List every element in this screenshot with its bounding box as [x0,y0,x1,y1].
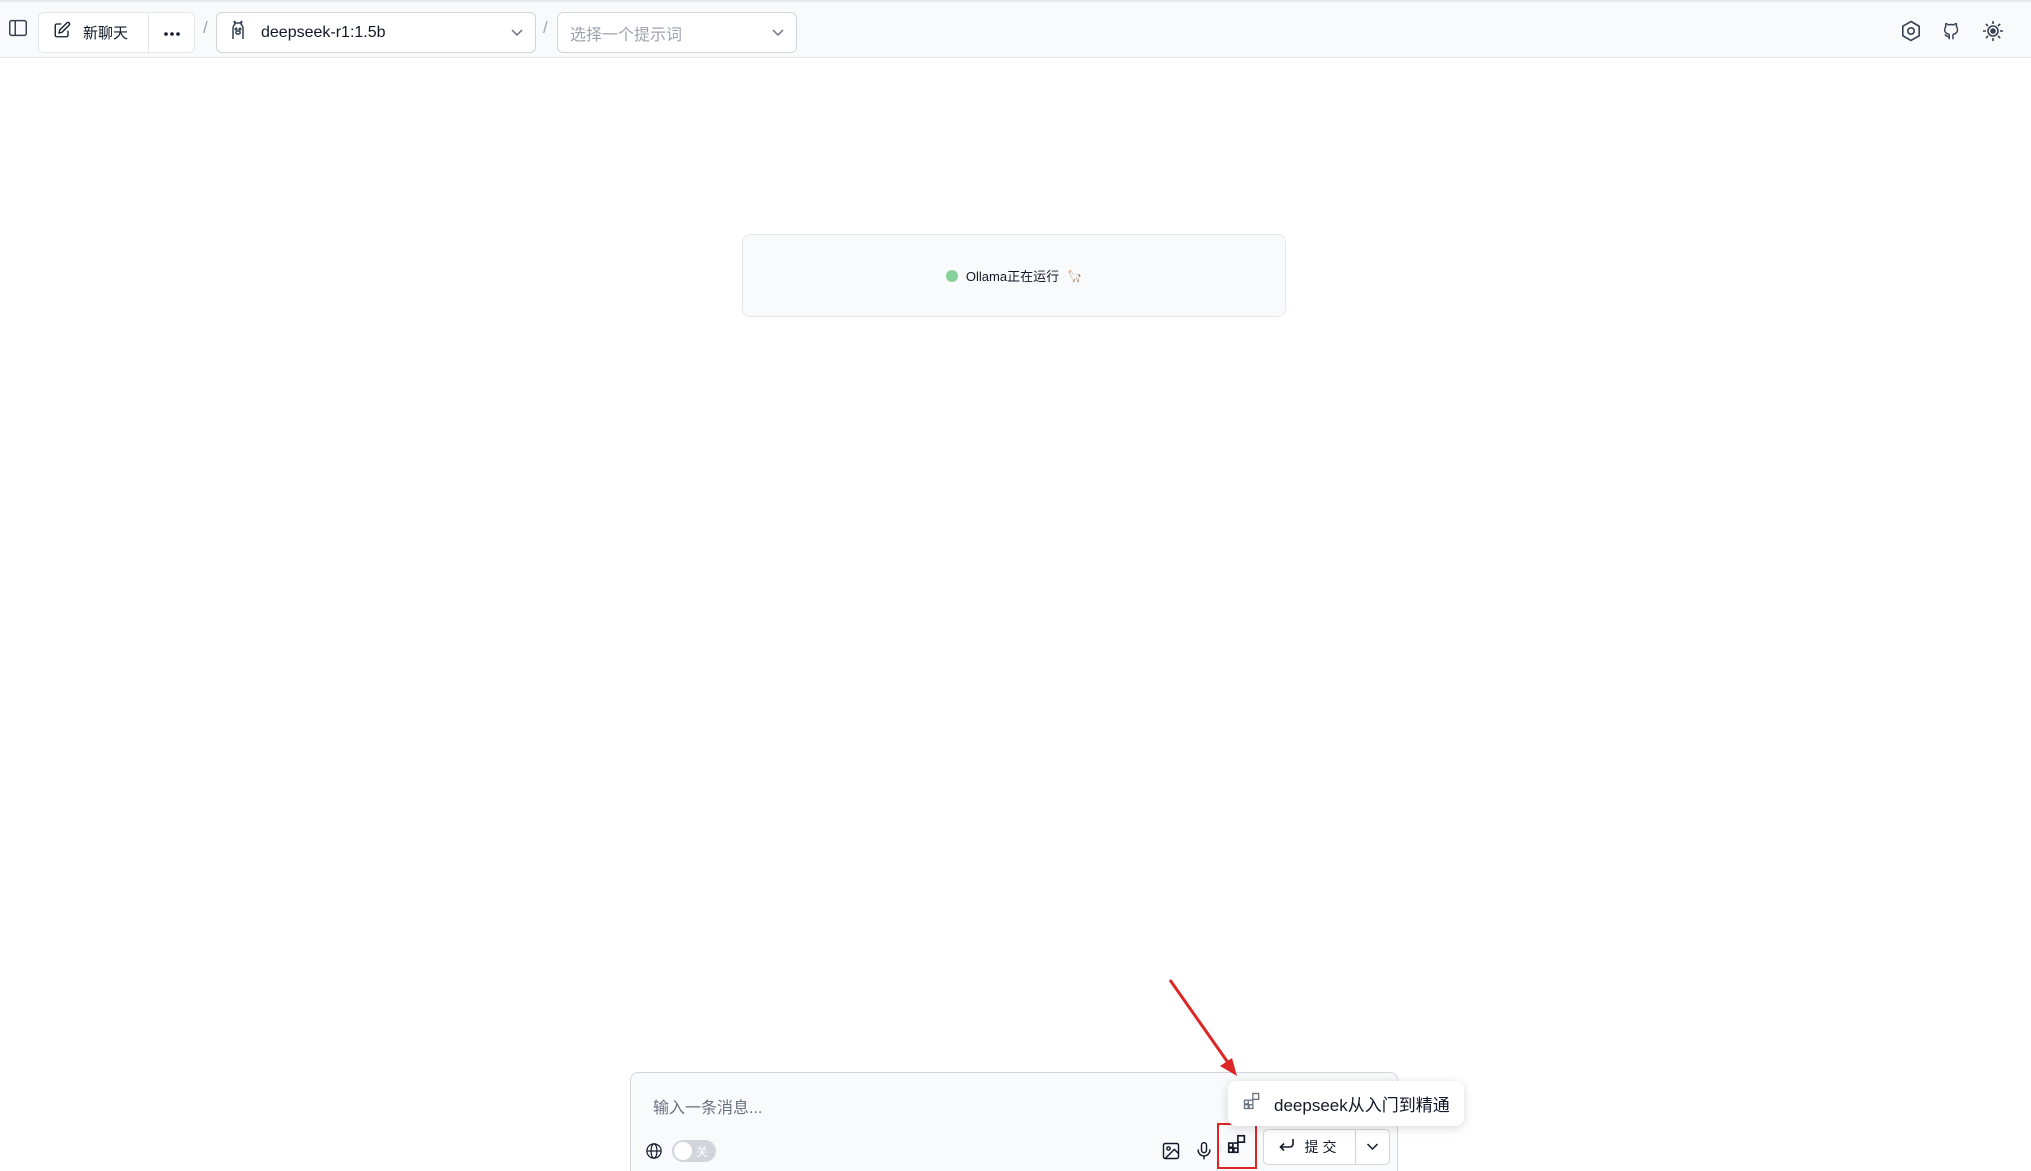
image-icon[interactable] [1161,1141,1183,1163]
header-actions [1899,19,2005,43]
llama-emoji: 🦙 [1067,268,1083,283]
chevron-down-icon [1366,1138,1379,1156]
web-search-toggle[interactable]: 关 [672,1140,716,1162]
toggle-label: 关 [696,1145,709,1159]
model-select[interactable]: deepseek-r1:1.5b [216,12,536,53]
settings-icon[interactable] [1899,19,1923,43]
status-text: Ollama正在运行 [965,269,1060,284]
more-options-button[interactable] [149,13,194,52]
new-chat-group: 新聊天 [38,12,195,53]
new-chat-button[interactable]: 新聊天 [39,13,149,52]
prompt-select-placeholder: 选择一个提示词 [570,26,683,44]
breadcrumb-separator: / [203,18,208,37]
enter-icon [1278,1138,1295,1157]
model-select-value: deepseek-r1:1.5b [261,23,386,41]
more-icon [163,24,181,42]
new-chat-label: 新聊天 [83,25,129,42]
breadcrumb-separator: / [543,18,548,37]
status-dot [945,269,958,282]
llama-icon [229,20,247,45]
sidebar-toggle-icon[interactable] [6,16,30,40]
plugin-icon [1226,1133,1248,1160]
microphone-icon[interactable] [1194,1141,1216,1163]
edit-icon [53,21,71,44]
plugin-popup: deepseek从入门到精通 [1228,1081,1464,1126]
submit-button[interactable]: 提交 [1264,1130,1356,1164]
globe-icon [645,1142,665,1162]
annotation-arrow [1168,979,1237,1076]
github-icon[interactable] [1940,19,1964,43]
prompt-select[interactable]: 选择一个提示词 [557,12,797,53]
chevron-down-icon [511,24,523,42]
submit-label: 提交 [1304,1139,1341,1155]
plugin-icon [1242,1091,1262,1116]
submit-group: 提交 [1263,1129,1390,1165]
plugin-button[interactable] [1217,1123,1257,1169]
top-toolbar: 新聊天 / deepseek-r1:1.5b / 选择一个提示词 [0,0,2031,58]
toggle-knob [674,1142,692,1160]
message-input[interactable] [651,1095,1175,1123]
submit-options-button[interactable] [1356,1130,1389,1164]
theme-icon[interactable] [1981,19,2005,43]
plugin-popup-item[interactable]: deepseek从入门到精通 [1274,1091,1450,1116]
chevron-down-icon [772,24,784,42]
ollama-status-card: Ollama正在运行 🦙 [742,234,1286,317]
